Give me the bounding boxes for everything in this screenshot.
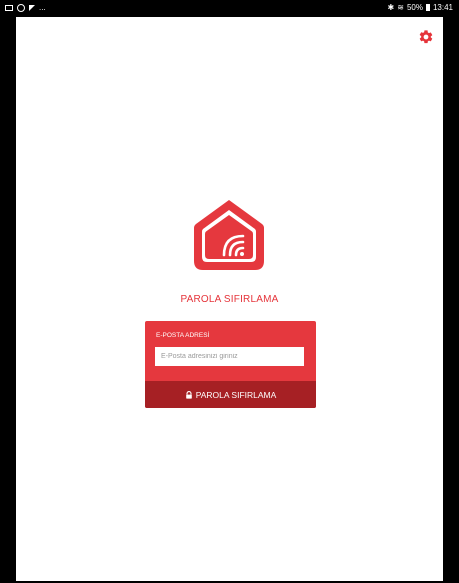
reset-form: E-POSTA ADRESİ PAROLA SIFIRLAMA xyxy=(145,321,316,408)
location-icon xyxy=(17,3,25,12)
status-right: ✱ ≋ 50% 13:41 xyxy=(388,3,453,12)
app-screen: PAROLA SIFIRLAMA E-POSTA ADRESİ PAROLA S… xyxy=(16,17,443,581)
bluetooth-icon: ✱ xyxy=(387,3,395,12)
more-notifications: ... xyxy=(39,3,46,12)
page-title: PAROLA SIFIRLAMA xyxy=(180,294,279,305)
battery-percent: 50% xyxy=(406,3,423,12)
reset-button-label: PAROLA SIFIRLAMA xyxy=(195,389,277,400)
lock-icon xyxy=(185,390,192,399)
email-field[interactable] xyxy=(155,347,304,366)
smart-home-logo-icon xyxy=(194,200,264,270)
gallery-icon xyxy=(5,4,13,11)
clock: 13:41 xyxy=(432,3,453,12)
gear-icon[interactable] xyxy=(418,29,434,45)
status-bar: ... ✱ ≋ 50% 13:41 xyxy=(0,0,459,17)
status-left: ... xyxy=(5,3,46,12)
email-label: E-POSTA ADRESİ xyxy=(156,332,210,339)
battery-icon xyxy=(425,4,430,11)
reset-password-button[interactable]: PAROLA SIFIRLAMA xyxy=(145,381,316,408)
flag-icon xyxy=(29,4,35,11)
signal-icon: ≋ xyxy=(397,3,404,12)
